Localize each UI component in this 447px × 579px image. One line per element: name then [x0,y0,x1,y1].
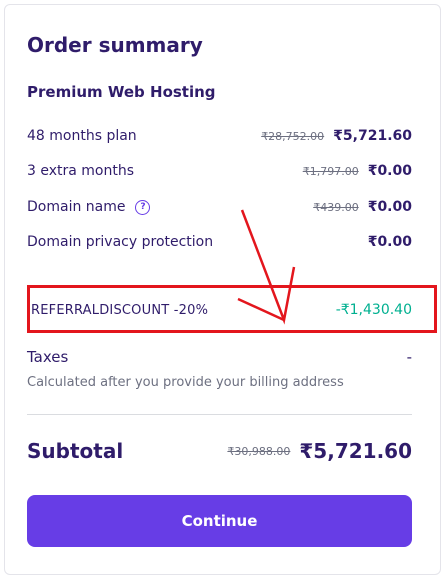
product-name: Premium Web Hosting [27,83,216,101]
line-item-price: ₹0.00 [367,199,412,215]
discount-code-label: REFERRALDISCOUNT -20% [31,302,209,318]
line-item-price: ₹5,721.60 [333,128,412,144]
taxes-note: Calculated after you provide your billin… [27,375,344,390]
line-item-domain-privacy: Domain privacy protection ₹0.00 [27,231,412,253]
original-price: ₹439.00 [313,200,359,214]
taxes-value: - [406,348,412,366]
subtotal-price: ₹5,721.60 [299,439,412,463]
discount-amount: -₹1,430.40 [335,302,412,318]
continue-button[interactable]: Continue [27,495,412,547]
line-item-label: 3 extra months [27,163,135,179]
subtotal-label: Subtotal [27,439,124,463]
divider [27,414,412,415]
line-item-plan: 48 months plan ₹28,752.00 ₹5,721.60 [27,125,412,147]
taxes-row: Taxes - [27,346,412,368]
subtotal-original-price: ₹30,988.00 [227,444,291,458]
help-circle-icon[interactable]: ? [135,199,151,215]
line-item-label: Domain privacy protection [27,234,214,250]
line-item-label: 48 months plan [27,128,137,144]
line-item-domain-name: Domain name ? ₹439.00 ₹0.00 [27,196,412,218]
original-price: ₹28,752.00 [261,129,325,143]
taxes-label: Taxes [27,348,69,366]
discount-row: REFERRALDISCOUNT -20% -₹1,430.40 [31,299,412,321]
line-item-label: Domain name [27,199,126,215]
order-summary-title: Order summary [27,33,203,57]
line-item-price: ₹0.00 [367,163,412,179]
line-item-price: ₹0.00 [367,234,412,250]
subtotal-row: Subtotal ₹30,988.00 ₹5,721.60 [27,436,412,466]
original-price: ₹1,797.00 [302,164,359,178]
line-item-extra-months: 3 extra months ₹1,797.00 ₹0.00 [27,160,412,182]
